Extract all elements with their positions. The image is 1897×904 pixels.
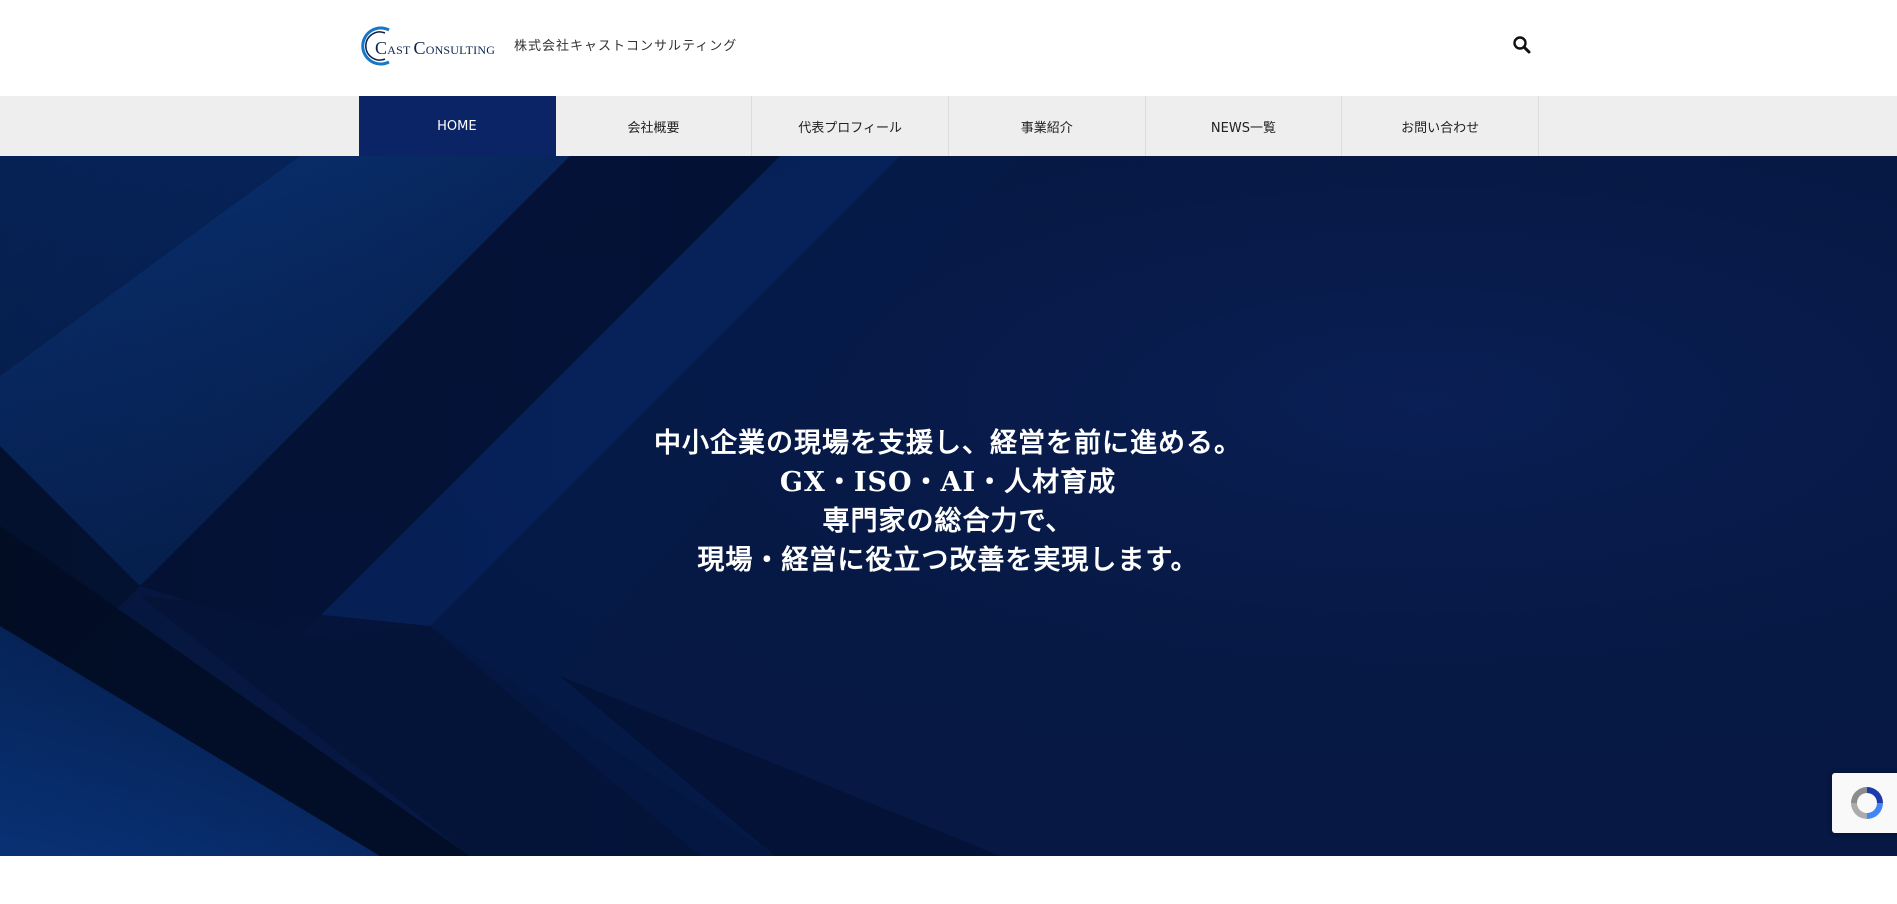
logo-text: CAST CONSULTING bbox=[375, 38, 496, 58]
logo[interactable]: CAST CONSULTING bbox=[359, 24, 495, 68]
nav-item-profile[interactable]: 代表プロフィール bbox=[752, 96, 949, 156]
hero-line: 中小企業の現場を支援し、経営を前に進める。 bbox=[654, 428, 1242, 459]
company-name: 株式会社キャストコンサルティング bbox=[514, 39, 738, 54]
nav-item-news[interactable]: NEWS一覧 bbox=[1146, 96, 1343, 156]
hero-tagline: 中小企業の現場を支援し、経営を前に進める。 GX・ISO・AI・人材育成 専門家… bbox=[448, 424, 1448, 580]
nav-item-services[interactable]: 事業紹介 bbox=[949, 96, 1146, 156]
nav-item-home[interactable]: HOME bbox=[359, 96, 556, 156]
hero-line: GX・ISO・AI・人材育成 bbox=[779, 467, 1117, 498]
recaptcha-icon bbox=[1851, 787, 1883, 819]
hero-section: 中小企業の現場を支援し、経営を前に進める。 GX・ISO・AI・人材育成 専門家… bbox=[0, 156, 1897, 856]
main-navigation: HOME 会社概要 代表プロフィール 事業紹介 NEWS一覧 お問い合わせ bbox=[0, 96, 1897, 156]
hero-line: 専門家の総合力で、 bbox=[822, 506, 1074, 537]
nav-list: HOME 会社概要 代表プロフィール 事業紹介 NEWS一覧 お問い合わせ bbox=[359, 96, 1539, 156]
nav-item-contact[interactable]: お問い合わせ bbox=[1342, 96, 1539, 156]
search-icon[interactable] bbox=[1512, 35, 1532, 55]
recaptcha-badge[interactable] bbox=[1832, 773, 1897, 833]
hero-line: 現場・経営に役立つ改善を実現します。 bbox=[697, 545, 1199, 576]
nav-item-company[interactable]: 会社概要 bbox=[556, 96, 753, 156]
site-header: CAST CONSULTING 株式会社キャストコンサルティング bbox=[0, 0, 1897, 96]
